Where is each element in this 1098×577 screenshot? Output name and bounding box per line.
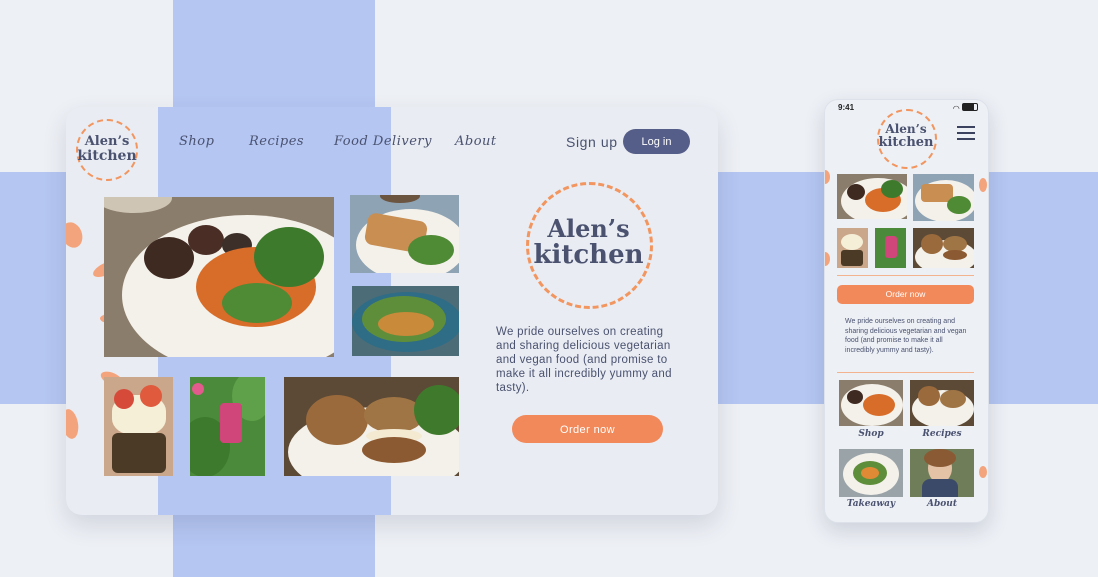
divider <box>837 372 974 373</box>
m-photo-dessert <box>837 228 868 268</box>
battery-icon <box>962 103 978 111</box>
wifi-icon: ◠ <box>952 104 960 113</box>
nav-shop[interactable]: Shop <box>179 134 214 149</box>
decorative-petal <box>979 466 987 478</box>
tile-shop-label: Shop <box>858 429 884 439</box>
logo-line1: Alen’s <box>547 214 630 243</box>
decorative-petal <box>825 170 830 184</box>
photo-pink-smoothie <box>190 377 265 476</box>
logo-line2: kitchen <box>878 135 934 150</box>
mobile-order-now-button[interactable]: Order now <box>837 285 974 304</box>
tile-recipes-photo <box>910 380 974 426</box>
tile-about[interactable]: About <box>910 449 974 515</box>
brand-logo-small[interactable]: Alen’s kitchen <box>72 115 142 185</box>
order-now-button[interactable]: Order now <box>512 415 663 443</box>
logo-line2: kitchen <box>533 240 644 270</box>
m-photo-mushroom-salad <box>837 174 907 219</box>
tile-about-label: About <box>927 499 957 509</box>
decorative-petal <box>825 252 830 266</box>
photo-mushroom-salad <box>104 197 334 357</box>
phone-mockup: 9:41 ◠ Alen’s kitchen Order now We pride… <box>824 99 989 523</box>
logo-line2: kitchen <box>77 148 137 164</box>
signup-link[interactable]: Sign up <box>566 134 618 150</box>
tile-about-photo <box>910 449 974 497</box>
photo-quiche-slice <box>350 195 459 273</box>
m-photo-burgers <box>913 228 974 268</box>
decorative-petal <box>66 407 81 441</box>
tile-takeaway[interactable]: Takeaway <box>839 449 903 515</box>
tile-shop[interactable]: Shop <box>839 380 903 444</box>
brand-logo-large: Alen’s kitchen <box>521 177 656 312</box>
tile-takeaway-photo <box>839 449 903 497</box>
logo-line1: Alen’s <box>885 122 927 136</box>
nav-food-delivery[interactable]: Food Delivery <box>334 134 432 149</box>
photo-burgers <box>284 377 459 476</box>
divider <box>837 275 974 276</box>
logo-line1: Alen’s <box>84 134 130 149</box>
status-icons: ◠ <box>953 103 978 113</box>
photo-salad-bowl <box>352 286 459 356</box>
tile-shop-photo <box>839 380 903 426</box>
photo-dessert-glass <box>104 377 173 476</box>
decorative-petal <box>66 219 86 251</box>
mobile-logo[interactable]: Alen’s kitchen <box>873 105 939 171</box>
m-photo-quiche <box>913 174 974 221</box>
tile-takeaway-label: Takeaway <box>846 499 896 509</box>
status-time: 9:41 <box>838 103 855 112</box>
login-button[interactable]: Log in <box>623 129 690 154</box>
hero-tagline: We pride ourselves on creating and shari… <box>496 326 672 394</box>
tile-recipes-label: Recipes <box>922 429 962 439</box>
nav-recipes[interactable]: Recipes <box>249 134 304 149</box>
mobile-tagline: We pride ourselves on creating and shari… <box>845 318 967 354</box>
desktop-mockup: Alen’s kitchen Shop Recipes Food Deliver… <box>66 107 718 515</box>
m-photo-smoothie <box>875 228 906 268</box>
decorative-petal <box>979 178 987 192</box>
tile-recipes[interactable]: Recipes <box>910 380 974 444</box>
hamburger-menu-icon[interactable] <box>957 126 975 140</box>
nav-about[interactable]: About <box>455 134 497 149</box>
